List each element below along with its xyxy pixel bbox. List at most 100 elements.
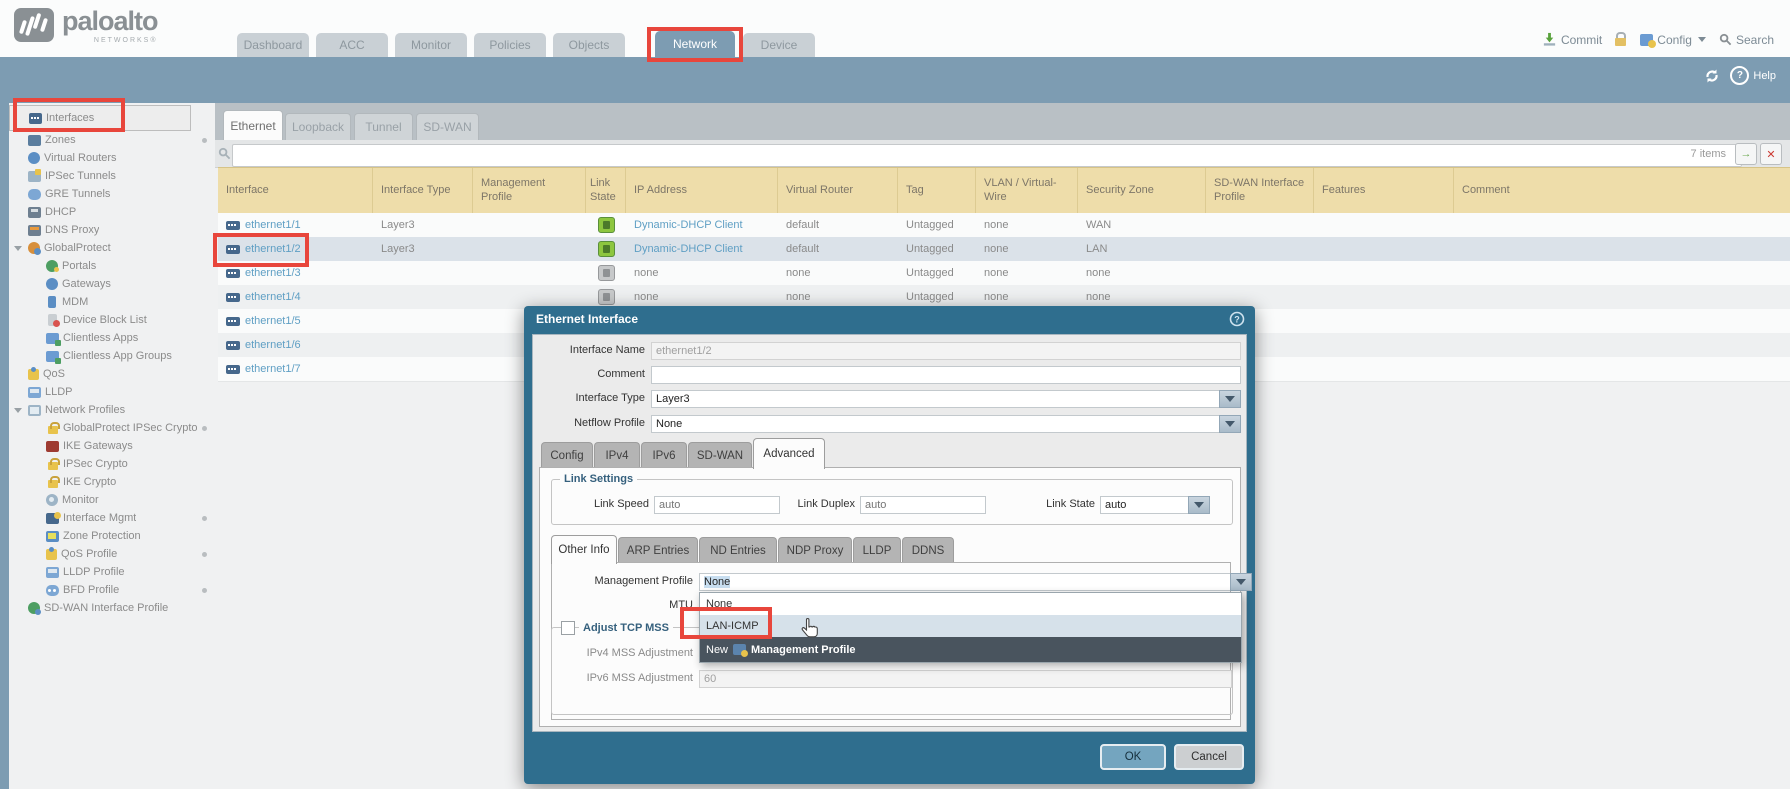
inner-tab-other-info[interactable]: Other Info: [551, 535, 617, 564]
filter-search-icon[interactable]: [218, 147, 231, 160]
nav-tab-device[interactable]: Device: [743, 33, 815, 57]
col-virtual-router[interactable]: Virtual Router: [778, 168, 898, 214]
table-row-ethernet1-2[interactable]: ethernet1/2 Layer3 Dynamic-DHCP Client d…: [218, 237, 1790, 262]
sidebar-item-device-block-list[interactable]: Device Block List: [9, 311, 215, 329]
col-features[interactable]: Features: [1314, 168, 1454, 214]
sidebar-item-ipsec-crypto[interactable]: IPSec Crypto: [9, 455, 215, 473]
sidebar-item-ike-gateways[interactable]: IKE Gateways: [9, 437, 215, 455]
inner-tab-ndp-proxy[interactable]: NDP Proxy: [778, 537, 852, 564]
col-interface-type[interactable]: Interface Type: [373, 168, 473, 214]
item-menu-dot[interactable]: [202, 516, 207, 521]
sidebar-item-gp-ipsec-crypto[interactable]: GlobalProtect IPSec Crypto: [9, 419, 215, 437]
link-state-dropdown-arrow[interactable]: [1188, 496, 1210, 514]
ok-button[interactable]: OK: [1100, 744, 1166, 770]
col-vlan[interactable]: VLAN / Virtual-Wire: [976, 168, 1078, 214]
management-profile-combo[interactable]: None: [699, 573, 1232, 591]
config-menu[interactable]: Config: [1640, 33, 1706, 47]
dialog-tab-config[interactable]: Config: [541, 442, 593, 469]
sidebar-item-gateways[interactable]: Gateways: [9, 275, 215, 293]
nav-tab-policies[interactable]: Policies: [474, 33, 546, 57]
management-profile-dropdown-arrow[interactable]: [1230, 573, 1252, 591]
sidebar-item-lldp-profile[interactable]: LLDP Profile: [9, 563, 215, 581]
netflow-profile-select[interactable]: None: [651, 415, 1241, 433]
item-menu-dot[interactable]: [202, 138, 207, 143]
col-sdwan-profile[interactable]: SD-WAN Interface Profile: [1206, 168, 1314, 214]
app-groups-icon: [46, 351, 59, 362]
col-tag[interactable]: Tag: [898, 168, 976, 214]
expander-icon[interactable]: [14, 246, 22, 251]
nav-tab-network[interactable]: Network: [655, 31, 735, 57]
help-button[interactable]: ? Help: [1730, 66, 1776, 85]
sidebar-item-sdwan-interface-profile[interactable]: SD-WAN Interface Profile: [9, 599, 215, 617]
commit-button[interactable]: Commit: [1542, 32, 1602, 47]
col-interface[interactable]: Interface: [218, 168, 373, 214]
sidebar-item-clientless-app-groups[interactable]: Clientless App Groups: [9, 347, 215, 365]
interface-type-select[interactable]: Layer3: [651, 390, 1241, 408]
table-row-ethernet1-1[interactable]: ethernet1/1 Layer3 Dynamic-DHCP Client d…: [218, 213, 1790, 238]
sidebar-item-qos-profile[interactable]: QoS Profile: [9, 545, 215, 563]
inner-tab-ddns[interactable]: DDNS: [902, 537, 954, 564]
inner-tab-arp-entries[interactable]: ARP Entries: [618, 537, 698, 564]
cancel-button[interactable]: Cancel: [1174, 744, 1244, 770]
adjust-tcp-mss-checkbox[interactable]: [561, 621, 575, 635]
sidebar-item-ipsec-tunnels[interactable]: IPSec Tunnels: [9, 167, 215, 185]
sidebar-item-lldp[interactable]: LLDP: [9, 383, 215, 401]
sidebar-item-zone-protection[interactable]: Zone Protection: [9, 527, 215, 545]
sidebar-item-virtual-routers[interactable]: Virtual Routers: [9, 149, 215, 167]
dialog-tab-sdwan[interactable]: SD-WAN: [688, 442, 752, 469]
dialog-tab-ipv4[interactable]: IPv4: [594, 442, 640, 469]
interface-type-dropdown-arrow[interactable]: [1219, 390, 1241, 408]
sidebar-item-zones[interactable]: Zones: [9, 131, 215, 149]
sidebar-item-globalprotect[interactable]: GlobalProtect: [9, 239, 215, 257]
search-button[interactable]: Search: [1719, 33, 1774, 47]
sidebar-item-monitor-profile[interactable]: Monitor: [9, 491, 215, 509]
sidebar-item-gre-tunnels[interactable]: GRE Tunnels: [9, 185, 215, 203]
comment-field[interactable]: [651, 366, 1241, 384]
tab-loopback[interactable]: Loopback: [285, 113, 351, 140]
table-row-ethernet1-3[interactable]: ethernet1/3 none none Untagged none none: [218, 261, 1790, 286]
inner-tab-nd-entries[interactable]: ND Entries: [699, 537, 777, 564]
tab-sdwan[interactable]: SD-WAN: [416, 113, 479, 140]
lock-icon[interactable]: [1615, 33, 1627, 46]
dialog-help-icon[interactable]: ?: [1229, 311, 1245, 330]
item-menu-dot[interactable]: [202, 588, 207, 593]
dialog-tab-advanced[interactable]: Advanced: [753, 438, 825, 469]
sidebar-item-bfd-profile[interactable]: BFD Profile: [9, 581, 215, 599]
col-link-state[interactable]: Link State: [586, 168, 626, 214]
dialog-tab-ipv6[interactable]: IPv6: [641, 442, 687, 469]
link-down-icon: [598, 289, 615, 305]
sidebar-item-interface-mgmt[interactable]: Interface Mgmt: [9, 509, 215, 527]
dropdown-new-management-profile[interactable]: New Management Profile: [700, 637, 1241, 662]
col-comment[interactable]: Comment: [1454, 168, 1790, 214]
dropdown-option-lan-icmp[interactable]: LAN-ICMP: [700, 615, 1241, 637]
filter-input[interactable]: [232, 144, 1742, 167]
sidebar-item-portals[interactable]: Portals: [9, 257, 215, 275]
nav-tab-monitor[interactable]: Monitor: [395, 33, 467, 57]
sidebar-item-ike-crypto[interactable]: IKE Crypto: [9, 473, 215, 491]
item-menu-dot[interactable]: [202, 552, 207, 557]
col-ip-address[interactable]: IP Address: [626, 168, 778, 214]
logo-title: paloalto: [62, 8, 158, 35]
dropdown-option-none[interactable]: None: [700, 593, 1241, 615]
col-mgmt-profile[interactable]: Management Profile: [473, 168, 586, 214]
sidebar-item-qos[interactable]: QoS: [9, 365, 215, 383]
apply-filter-button[interactable]: →: [1735, 143, 1757, 165]
nav-tab-objects[interactable]: Objects: [553, 33, 625, 57]
sidebar-item-mdm[interactable]: MDM: [9, 293, 215, 311]
item-menu-dot[interactable]: [202, 426, 207, 431]
nav-tab-acc[interactable]: ACC: [316, 33, 388, 57]
sidebar-item-interfaces[interactable]: Interfaces: [9, 105, 191, 131]
col-security-zone[interactable]: Security Zone: [1078, 168, 1206, 214]
inner-tab-lldp[interactable]: LLDP: [853, 537, 901, 564]
netflow-dropdown-arrow[interactable]: [1219, 415, 1241, 433]
sidebar-item-dhcp[interactable]: DHCP: [9, 203, 215, 221]
clear-filter-button[interactable]: ✕: [1760, 143, 1782, 165]
sidebar-item-network-profiles[interactable]: Network Profiles: [9, 401, 215, 419]
refresh-icon[interactable]: [1704, 68, 1720, 84]
tab-tunnel[interactable]: Tunnel: [354, 113, 413, 140]
sidebar-item-clientless-apps[interactable]: Clientless Apps: [9, 329, 215, 347]
tab-ethernet[interactable]: Ethernet: [223, 110, 283, 140]
nav-tab-dashboard[interactable]: Dashboard: [237, 33, 309, 57]
sidebar-item-dns-proxy[interactable]: DNS Proxy: [9, 221, 215, 239]
expander-icon[interactable]: [14, 408, 22, 413]
